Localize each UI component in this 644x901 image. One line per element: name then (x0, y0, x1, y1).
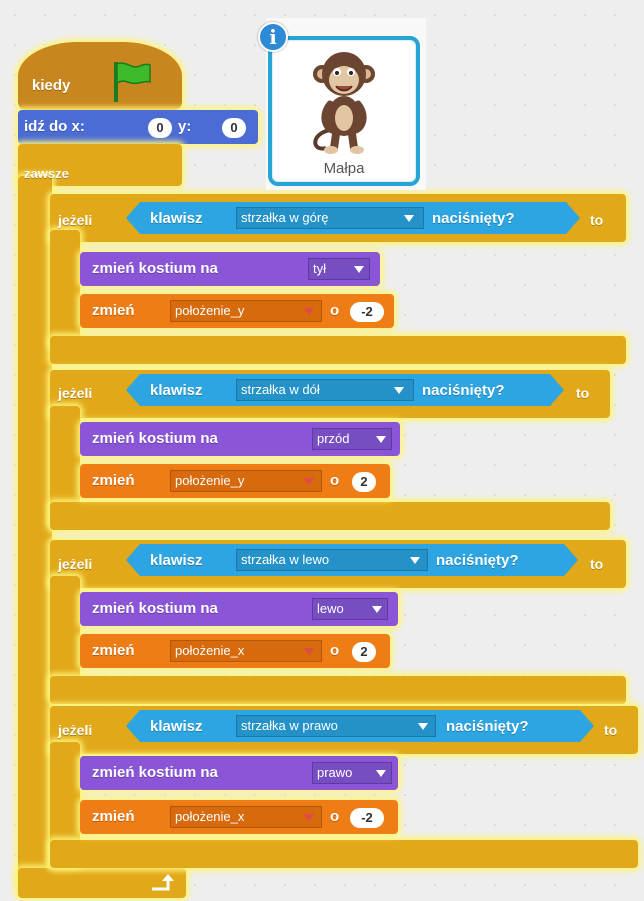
by-label: o (330, 472, 340, 489)
pressed-label: naciśnięty? (432, 210, 515, 227)
chevron-down-icon (372, 606, 382, 613)
key-dropdown[interactable]: strzałka w górę (236, 207, 424, 229)
key-label: klawisz (150, 718, 203, 735)
if-bottom (50, 676, 626, 704)
if-bottom (50, 336, 626, 364)
key-label: klawisz (150, 210, 203, 227)
chevron-down-icon (410, 557, 420, 564)
amount-input[interactable]: -2 (350, 302, 384, 322)
chevron-down-icon (304, 648, 314, 655)
if-bottom (50, 840, 638, 868)
info-icon[interactable]: i (258, 22, 288, 52)
loop-arrow-icon (152, 874, 174, 891)
change-label: zmień (92, 642, 135, 659)
by-label: o (330, 302, 340, 319)
switch-costume-label: zmień kostium na (92, 430, 218, 447)
change-label: zmień (92, 808, 135, 825)
then-label: to (604, 722, 618, 738)
sprite-name: Małpa (323, 160, 365, 177)
forever-arm (18, 176, 52, 890)
variable-dropdown[interactable]: położenie_x (170, 640, 322, 662)
amount-input[interactable]: -2 (350, 808, 384, 828)
then-label: to (590, 212, 604, 228)
chevron-down-icon (304, 478, 314, 485)
if-label: jeżeli (58, 385, 93, 401)
if-label: jeżeli (58, 722, 93, 738)
if-label: jeżeli (58, 556, 93, 572)
y-label: y: (178, 118, 192, 135)
go-to-label: idź do x: (24, 118, 85, 135)
switch-costume-label: zmień kostium na (92, 260, 218, 277)
forever-label: zawsze (24, 166, 69, 181)
chevron-down-icon (376, 770, 386, 777)
switch-costume-label: zmień kostium na (92, 600, 218, 617)
by-label: o (330, 642, 340, 659)
key-dropdown[interactable]: strzałka w lewo (236, 549, 428, 571)
chevron-down-icon (304, 308, 314, 315)
if-arm (50, 230, 80, 348)
chevron-down-icon (394, 387, 404, 394)
key-label: klawisz (150, 382, 203, 399)
if-bottom (50, 502, 610, 530)
x-input[interactable]: 0 (148, 118, 172, 138)
key-dropdown[interactable]: strzałka w dół (236, 379, 414, 401)
variable-dropdown[interactable]: położenie_x (170, 806, 322, 828)
pressed-label: naciśnięty? (436, 552, 519, 569)
change-label: zmień (92, 302, 135, 319)
chevron-down-icon (418, 723, 428, 730)
green-flag-icon (114, 62, 151, 102)
variable-dropdown[interactable]: położenie_y (170, 300, 322, 322)
monkey-sprite-icon (313, 52, 375, 154)
y-input[interactable]: 0 (222, 118, 246, 138)
switch-costume-label: zmień kostium na (92, 764, 218, 781)
when-label: kiedy (32, 77, 71, 94)
variable-dropdown[interactable]: położenie_y (170, 470, 322, 492)
amount-input[interactable]: 2 (352, 472, 376, 492)
then-label: to (590, 556, 604, 572)
key-dropdown[interactable]: strzałka w prawo (236, 715, 436, 737)
chevron-down-icon (354, 266, 364, 273)
chevron-down-icon (404, 215, 414, 222)
change-label: zmień (92, 472, 135, 489)
by-label: o (330, 808, 340, 825)
chevron-down-icon (304, 814, 314, 821)
amount-input[interactable]: 2 (352, 642, 376, 662)
key-label: klawisz (150, 552, 203, 569)
pressed-label: naciśnięty? (422, 382, 505, 399)
chevron-down-icon (376, 436, 386, 443)
then-label: to (576, 385, 590, 401)
when-flag-clicked-block[interactable] (18, 42, 182, 110)
pressed-label: naciśnięty? (446, 718, 529, 735)
if-label: jeżeli (58, 212, 93, 228)
